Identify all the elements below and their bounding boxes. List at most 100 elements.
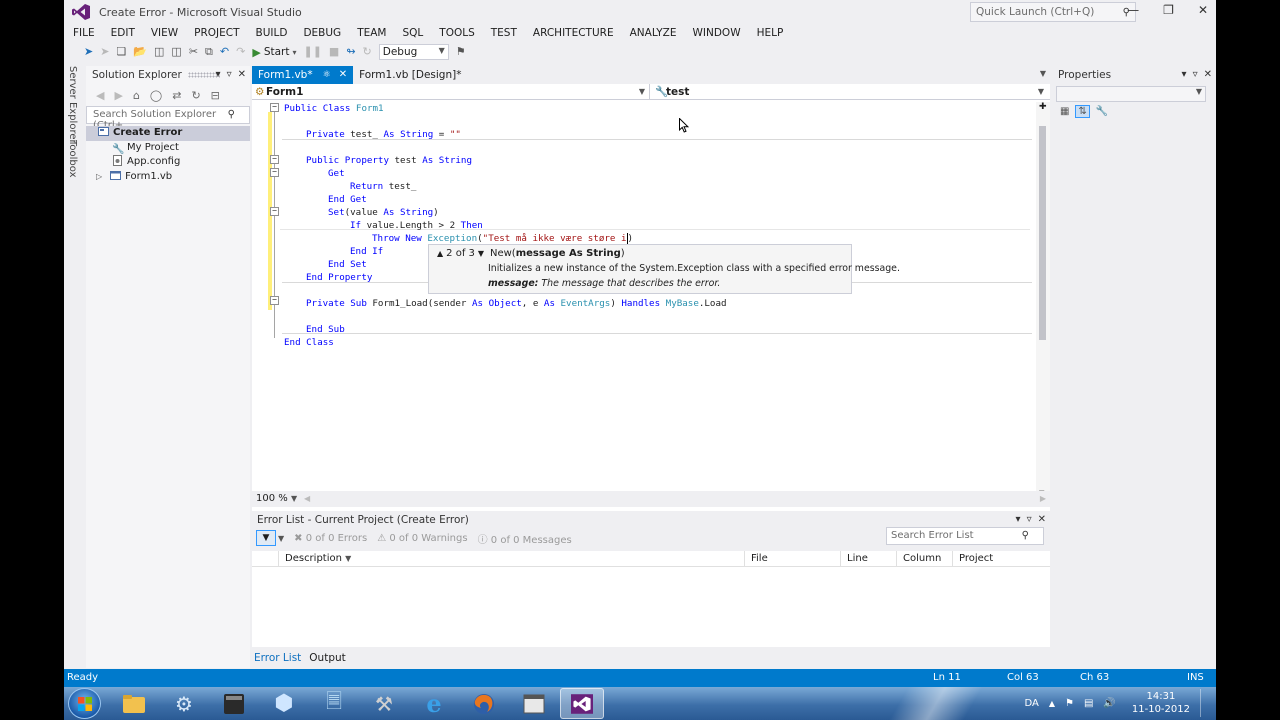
home-icon[interactable]: ⌂ <box>133 89 140 102</box>
toolbox-tab[interactable]: Toolbox <box>67 140 78 178</box>
copy-icon[interactable]: ⧉ <box>205 44 213 60</box>
expand-arrow-icon[interactable]: ▷ <box>96 172 102 181</box>
categorized-icon[interactable]: ▦ <box>1060 106 1069 117</box>
warnings-filter[interactable]: ⚠ 0 of 0 Warnings <box>377 533 467 544</box>
menu-test[interactable]: TEST <box>483 25 525 41</box>
code-area[interactable]: − − − − − Public Class Form1 Private tes… <box>252 102 1042 497</box>
tree-item-app-config[interactable]: App.config <box>86 155 250 170</box>
menu-edit[interactable]: EDIT <box>103 25 143 41</box>
arrow-up-icon[interactable]: ▲ <box>437 249 443 258</box>
menu-analyze[interactable]: ANALYZE <box>622 25 685 41</box>
scroll-right-icon[interactable]: ▶ <box>1040 491 1046 507</box>
close-panel-icon[interactable]: ✕ <box>238 66 246 84</box>
minimize-button[interactable]: — <box>1127 3 1139 17</box>
tab-output[interactable]: Output <box>309 652 345 664</box>
column-description[interactable]: Description ▼ <box>278 551 744 567</box>
taskbar-visual-studio[interactable] <box>560 688 604 719</box>
zoom-level[interactable]: 100 % <box>256 493 288 504</box>
quick-launch-input[interactable]: Quick Launch (Ctrl+Q) ⚲ <box>970 2 1136 22</box>
messages-filter[interactable]: ⓘ 0 of 0 Messages <box>478 531 572 546</box>
stop-icon[interactable]: ■ <box>329 44 339 60</box>
language-indicator[interactable]: DA <box>1024 698 1038 709</box>
menu-build[interactable]: BUILD <box>248 25 296 41</box>
pending-changes-icon[interactable]: ◯ <box>150 89 162 102</box>
new-project-icon[interactable]: ❏ <box>116 44 126 60</box>
taskbar-app-2[interactable]: ⚙ <box>162 688 206 719</box>
arrow-down-icon[interactable]: ▼ <box>478 249 484 258</box>
close-panel-icon[interactable]: ✕ <box>1204 66 1212 84</box>
scrollbar-thumb[interactable] <box>1039 126 1046 340</box>
object-selector[interactable]: ▼ <box>1056 86 1206 102</box>
taskbar-firefox[interactable] <box>462 688 506 719</box>
vertical-scrollbar[interactable]: ✚ ▼ <box>1036 102 1050 497</box>
navigate-back-icon[interactable]: ➤ <box>84 44 93 60</box>
back-icon[interactable]: ◀ <box>96 89 104 102</box>
collapse-class-icon[interactable]: − <box>270 103 279 112</box>
pin-icon[interactable]: ▿ <box>1193 66 1198 84</box>
sync-icon[interactable]: ⇄ <box>172 89 181 102</box>
collapse-sub-icon[interactable]: − <box>270 296 279 305</box>
tree-item-my-project[interactable]: 🔧 My Project <box>86 141 250 156</box>
volume-icon[interactable]: 🔊 <box>1103 698 1115 709</box>
collapse-all-icon[interactable]: ⊟ <box>211 89 220 102</box>
collapse-property-icon[interactable]: − <box>270 155 279 164</box>
column-column[interactable]: Column <box>896 551 952 567</box>
taskbar-app-6[interactable]: ⚒ <box>362 688 406 719</box>
menu-project[interactable]: PROJECT <box>186 25 247 41</box>
start-button[interactable] <box>68 688 101 719</box>
tab-overflow-icon[interactable]: ▼ <box>1040 69 1046 78</box>
save-icon[interactable]: ◫ <box>154 44 164 60</box>
network-icon[interactable]: ▤ <box>1084 698 1093 709</box>
column-file[interactable]: File <box>744 551 840 567</box>
cut-icon[interactable]: ✂ <box>189 44 198 60</box>
forward-icon[interactable]: ▶ <box>114 89 122 102</box>
filter-button[interactable]: ▼ <box>256 530 276 546</box>
step-into-icon[interactable]: ↬ <box>346 44 355 60</box>
alphabetical-icon[interactable]: ⇅ <box>1075 105 1090 118</box>
show-desktop-button[interactable] <box>1200 689 1210 717</box>
menu-file[interactable]: FILE <box>65 25 103 41</box>
menu-tools[interactable]: TOOLS <box>431 25 482 41</box>
menu-team[interactable]: TEAM <box>349 25 394 41</box>
tab-form1-vb[interactable]: Form1.vb* ⚛ ✕ <box>252 66 354 84</box>
member-dropdown[interactable]: 🔧 test ▼ <box>652 84 1048 100</box>
restore-button[interactable]: ❐ <box>1163 3 1174 17</box>
column-line[interactable]: Line <box>840 551 896 567</box>
taskbar-app-5[interactable]: 🗏 <box>312 688 356 719</box>
tree-item-create-error[interactable]: Create Error <box>86 126 250 141</box>
restart-icon[interactable]: ↻ <box>363 44 372 60</box>
class-dropdown[interactable]: ⚙ Form1 ▼ <box>252 84 650 100</box>
taskbar-app-4[interactable]: ⬢ <box>262 688 306 719</box>
menu-architecture[interactable]: ARCHITECTURE <box>525 25 622 41</box>
menu-view[interactable]: VIEW <box>143 25 186 41</box>
taskbar-explorer[interactable] <box>112 688 156 719</box>
menu-help[interactable]: HELP <box>749 25 792 41</box>
server-explorer-tab[interactable]: Server Explorer <box>67 66 78 144</box>
taskbar-app-9[interactable] <box>512 688 556 719</box>
errors-filter[interactable]: ✖ 0 of 0 Errors <box>294 533 367 544</box>
solution-explorer-search-input[interactable]: Search Solution Explorer (Ctrl+ ⚲ <box>86 106 250 131</box>
refresh-icon[interactable]: ↻ <box>191 89 200 102</box>
save-all-icon[interactable]: ◫ <box>171 44 181 60</box>
tree-item-form1-vb[interactable]: ▷ Form1.vb <box>86 170 250 185</box>
taskbar-internet-explorer[interactable]: e <box>412 688 456 719</box>
tab-form1-design[interactable]: Form1.vb [Design]* <box>353 66 467 84</box>
panel-menu-icon[interactable]: ▾ <box>1182 66 1187 84</box>
menu-sql[interactable]: SQL <box>395 25 432 41</box>
error-list-search-input[interactable]: Search Error List ⚲ <box>886 527 1044 545</box>
menu-window[interactable]: WINDOW <box>685 25 749 41</box>
find-in-files-icon[interactable]: ⚑ <box>456 44 466 60</box>
split-icon[interactable]: ✚ <box>1039 102 1047 112</box>
navigate-forward-icon[interactable]: ➤ <box>100 44 109 60</box>
property-pages-icon[interactable]: 🔧 <box>1096 106 1108 117</box>
close-tab-icon[interactable]: ✕ <box>339 66 347 84</box>
start-debugging-button[interactable]: ▶ Start ▾ <box>252 46 296 59</box>
clock[interactable]: 14:31 11-10-2012 <box>1132 690 1190 716</box>
open-file-icon[interactable]: 📂 <box>133 44 147 60</box>
collapse-get-icon[interactable]: − <box>270 168 279 177</box>
undo-icon[interactable]: ↶ <box>220 44 229 60</box>
menu-debug[interactable]: DEBUG <box>295 25 349 41</box>
pause-icon[interactable]: ❚❚ <box>303 44 321 60</box>
pin-icon[interactable]: ▿ <box>227 66 232 84</box>
taskbar-app-3[interactable] <box>212 688 256 719</box>
